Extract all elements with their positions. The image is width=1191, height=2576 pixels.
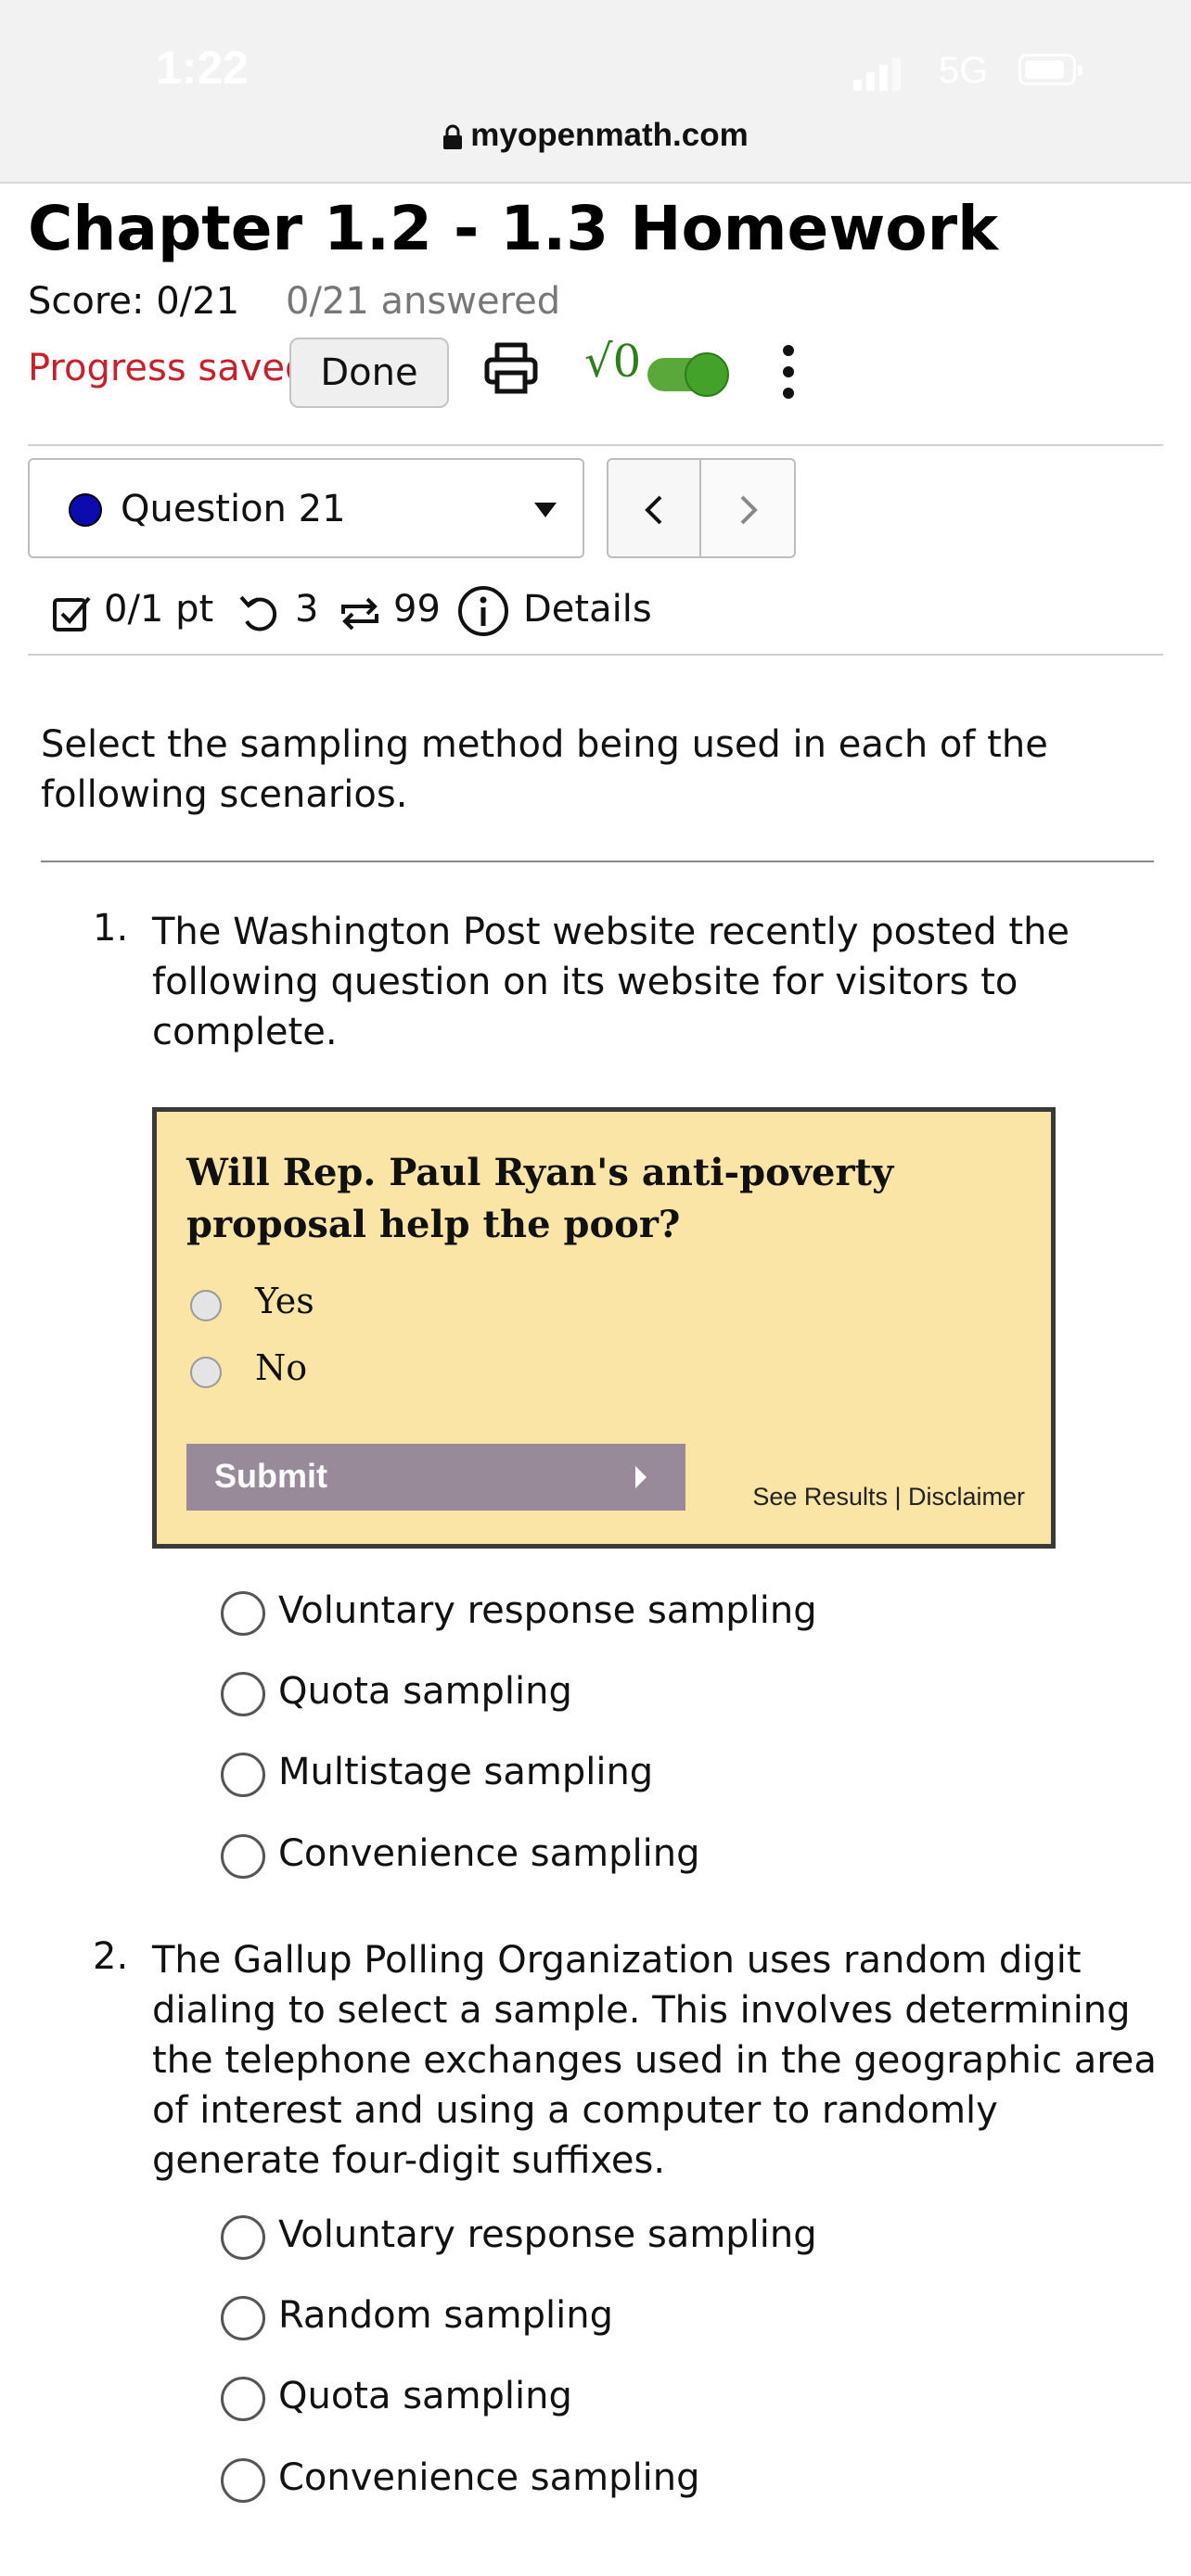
radio-button[interactable]	[221, 2458, 265, 2503]
poll-submit-label: Submit	[214, 1457, 327, 1495]
math-entry-icon: √0	[584, 336, 642, 388]
chevron-down-icon	[534, 503, 557, 517]
radio-button[interactable]	[221, 1834, 265, 1879]
retries-count: 3	[295, 588, 319, 631]
choice-label: Voluntary response sampling	[278, 2213, 817, 2256]
previous-question-button[interactable]	[607, 458, 701, 558]
poll-submit-button: Submit	[186, 1444, 685, 1511]
poll-radio	[190, 1357, 222, 1388]
url-text: myopenmath.com	[470, 117, 749, 153]
more-options-icon[interactable]	[779, 345, 798, 399]
chevron-right-icon	[740, 495, 758, 525]
details-link[interactable]: Details	[523, 588, 652, 644]
radio-button[interactable]	[221, 1753, 265, 1797]
poll-title: Will Rep. Paul Ryan's anti-poverty propo…	[186, 1151, 894, 1246]
question-number: 2.	[93, 1935, 129, 1978]
attempts-icon	[341, 597, 378, 631]
choice-label: Convenience sampling	[278, 2456, 700, 2499]
question-text: The Washington Post website recently pos…	[152, 911, 1070, 1053]
radio-button[interactable]	[221, 2296, 265, 2340]
radio-button[interactable]	[221, 1591, 265, 1636]
battery-icon	[1018, 54, 1082, 85]
info-icon[interactable]	[456, 584, 510, 638]
points-text: 0/1 pt	[104, 588, 214, 631]
browser-top-bar: 1:22 5G myopenmath.com	[0, 0, 1191, 184]
poll-option-yes: Yes	[255, 1281, 314, 1321]
done-button[interactable]: Done	[289, 338, 449, 408]
choice-label: Random sampling	[278, 2294, 613, 2337]
radio-button[interactable]	[221, 2215, 265, 2260]
divider	[28, 444, 1163, 446]
progress-status: Progress saved	[28, 347, 309, 389]
poll-radio	[190, 1290, 222, 1321]
question-status-dot	[69, 493, 102, 527]
score-text: Score: 0/21	[28, 280, 240, 323]
chevron-left-icon	[645, 495, 662, 525]
choice-label: Quota sampling	[278, 2375, 572, 2417]
poll-links: See Results | Disclaimer	[752, 1483, 1025, 1511]
printer-icon[interactable]	[482, 339, 540, 397]
radio-button[interactable]	[221, 2377, 265, 2421]
attempts-count: 99	[393, 588, 441, 631]
choice-label: Convenience sampling	[278, 1832, 700, 1875]
address-bar[interactable]: myopenmath.com	[0, 117, 1191, 154]
network-type: 5G	[939, 50, 989, 91]
question-text: The Gallup Polling Organization uses ran…	[152, 1939, 1157, 2182]
instructions-divider	[41, 861, 1154, 862]
play-arrow-icon	[635, 1466, 647, 1488]
poll-image: Will Rep. Paul Ryan's anti-poverty propo…	[152, 1107, 1056, 1549]
divider	[28, 654, 1163, 656]
question-select[interactable]: Question 21	[28, 458, 584, 558]
math-entry-toggle[interactable]	[647, 352, 729, 397]
choice-label: Quota sampling	[278, 1670, 572, 1713]
question-number: 1.	[93, 907, 129, 950]
choice-label: Multistage sampling	[278, 1751, 654, 1793]
answered-count: 0/21 answered	[286, 280, 561, 323]
choice-label: Voluntary response sampling	[278, 1589, 817, 1632]
checkbox-icon	[53, 596, 91, 631]
page-title: Chapter 1.2 - 1.3 Homework	[28, 193, 999, 264]
status-time: 1:22	[156, 42, 250, 94]
radio-button[interactable]	[221, 1672, 265, 1716]
instructions: Select the sampling method being used in…	[41, 723, 1048, 816]
signal-icon	[853, 57, 902, 91]
retry-icon	[239, 595, 277, 631]
question-select-label: Question 21	[121, 488, 346, 530]
poll-option-no: No	[255, 1347, 308, 1388]
next-question-button[interactable]	[701, 458, 796, 558]
lock-icon	[443, 124, 463, 149]
